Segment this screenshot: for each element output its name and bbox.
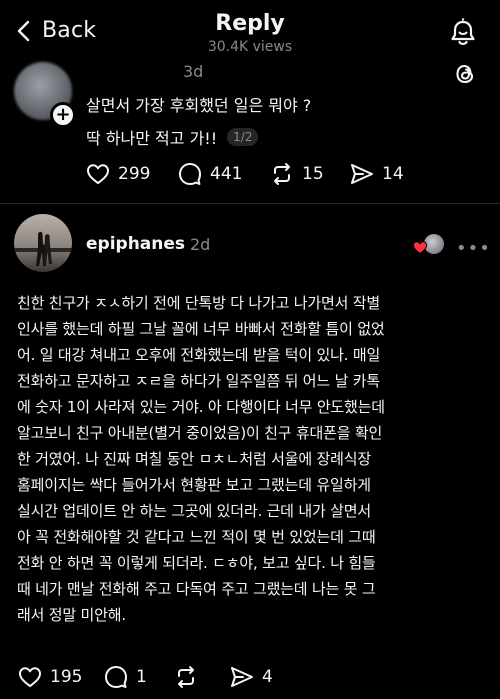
parent-repost-button[interactable]: 15	[270, 162, 350, 186]
parent-share-count: 14	[382, 164, 404, 184]
reply-comment-button[interactable]: 1	[104, 665, 174, 689]
reply-timestamp: 2d	[190, 235, 211, 254]
divider	[0, 203, 500, 204]
reply-text-line: 홈페이지는 싹다 들어가서 현황판 보고 그랬는데 유일하게	[17, 476, 371, 494]
page-indicator: 1/2	[227, 128, 259, 146]
reply-body: 친한 친구가 ㅈㅅ하기 전에 단톡방 다 나가고 나가면서 작별 인사를 했는데…	[17, 290, 485, 628]
parent-like-button[interactable]: 299	[86, 163, 178, 185]
repost-icon	[174, 665, 198, 689]
repost-icon	[270, 162, 294, 186]
threads-logo-icon[interactable]	[454, 62, 476, 90]
view-count: 30.4K views	[207, 39, 293, 55]
more-options-icon[interactable]: •••	[456, 238, 491, 259]
reply-like-button[interactable]: 195	[18, 666, 104, 688]
reply-text-line: 한 거였어. 나 진짜 며칠 동안 ㅁㅊㄴ처럼 서울에 장례식장	[17, 450, 371, 468]
reply-text-line: 어. 일 대강 쳐내고 오후에 전화했는데 받을 턱이 있나. 매일	[17, 346, 381, 364]
liked-by-author-badge	[412, 234, 446, 256]
parent-post-text-line2-row: 딱 하나만 적고 가!! 1/2	[86, 125, 259, 149]
reply-action-bar: 195 1 4	[18, 665, 273, 689]
reply-text-line: 인사를 했는데 하필 그날 꼴에 너무 바빠서 전화할 틈이 없었	[17, 320, 385, 338]
reply-text-line: 전화 안 하면 꼭 이렇게 되더라. ㄷㅎ야, 보고 싶다. 나 힘들	[17, 554, 376, 572]
reply-text-line: 실시간 업데이트 안 하는 그곳에 있더라. 근데 내가 살면서	[17, 502, 371, 520]
comment-icon	[104, 665, 128, 689]
parent-post-text-line2: 딱 하나만 적고 가!!	[86, 129, 218, 148]
parent-comment-button[interactable]: 441	[178, 162, 270, 186]
reply-comment-count: 1	[136, 667, 147, 687]
reply-username[interactable]: epiphanes	[86, 234, 185, 254]
header-title-group: Reply 30.4K views	[0, 10, 500, 56]
reply-text-line: 전화하고 문자하고 ㅈㄹ을 하다가 일주일쯤 뒤 어느 날 카톡	[17, 372, 380, 390]
parent-timestamp: 3d	[183, 62, 204, 81]
top-bar: Back Reply 30.4K views	[0, 0, 500, 62]
parent-comment-count: 441	[210, 164, 243, 184]
parent-repost-count: 15	[302, 164, 324, 184]
reply-like-count: 195	[50, 667, 83, 687]
parent-action-bar: 299 441 15 14	[86, 162, 404, 186]
reply-text-line: 에 숫자 1이 사라져 있는 거야. 아 다행이다 너무 안도했는데	[17, 398, 385, 416]
reply-text-line: 친한 친구가 ㅈㅅ하기 전에 단톡방 다 나가고 나가면서 작별	[17, 294, 380, 312]
parent-share-button[interactable]: 14	[350, 163, 404, 185]
reply-avatar[interactable]	[14, 214, 72, 272]
reply-share-button[interactable]: 4	[230, 666, 273, 688]
follow-plus-button[interactable]: +	[50, 102, 76, 128]
parent-like-count: 299	[118, 164, 151, 184]
heart-icon	[86, 163, 110, 185]
comment-icon	[178, 162, 202, 186]
reply-text-line: 알고보니 친구 아내분(별거 중이었음)이 친구 휴대폰을 확인	[17, 424, 383, 442]
heart-filled-icon	[412, 240, 428, 259]
reply-share-count: 4	[262, 667, 273, 687]
parent-post-text-line1: 살면서 가장 후회했던 일은 뭐야 ?	[86, 96, 312, 115]
plus-icon: +	[55, 104, 71, 125]
heart-icon	[18, 666, 42, 688]
send-icon	[350, 163, 374, 185]
activity-bell-icon[interactable]	[448, 18, 478, 52]
send-icon	[230, 666, 254, 688]
reply-text-line: 래서 정말 미안해.	[17, 606, 126, 624]
reply-text-line: 때 네가 맨날 전화해 주고 다독여 주고 그랬는데 나는 못 그	[17, 580, 376, 598]
reply-repost-button[interactable]	[174, 665, 230, 689]
page-title: Reply	[215, 11, 285, 36]
reply-text-line: 아 꼭 전화해야할 것 같다고 느낀 적이 몇 번 있었는데 그때	[17, 528, 376, 546]
